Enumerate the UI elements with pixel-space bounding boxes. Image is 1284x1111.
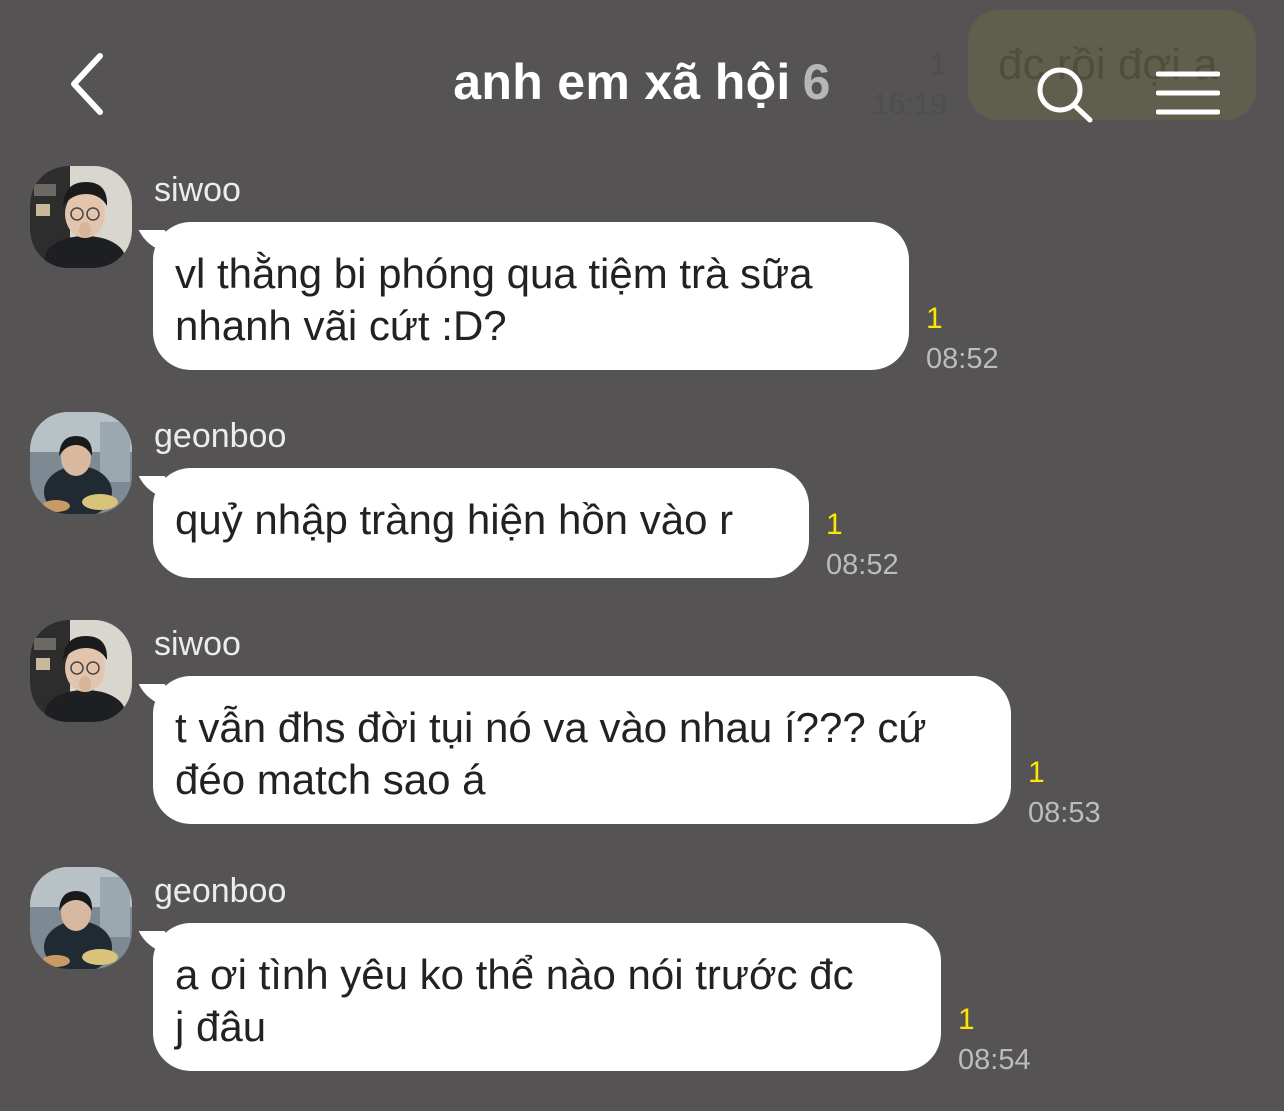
sender-name: siwoo xyxy=(154,171,241,209)
user-photo-icon xyxy=(30,166,132,268)
search-icon xyxy=(1037,67,1093,123)
avatar[interactable] xyxy=(30,620,132,722)
message-text: quỷ nhập tràng hiện hồn vào r xyxy=(175,496,734,543)
message-timestamp: 08:52 xyxy=(826,549,899,581)
unread-count: 1 xyxy=(926,302,943,335)
unread-count: 1 xyxy=(826,508,843,541)
user-photo-icon xyxy=(30,867,132,969)
hamburger-menu-icon xyxy=(1155,71,1221,115)
avatar[interactable] xyxy=(30,867,132,969)
user-photo-icon xyxy=(30,620,132,722)
message-bubble[interactable]: quỷ nhập tràng hiện hồn vào r xyxy=(153,468,809,578)
avatar[interactable] xyxy=(30,412,132,514)
message-timestamp: 08:52 xyxy=(926,343,999,375)
unread-count: 1 xyxy=(958,1003,975,1036)
user-photo-icon xyxy=(30,412,132,514)
sender-name: siwoo xyxy=(154,625,241,663)
chat-header: đc rồi đợi a 1 16:19 anh em xã hội 6 xyxy=(0,0,1284,150)
search-button[interactable] xyxy=(1030,62,1100,128)
sender-name: geonboo xyxy=(154,417,287,455)
message-text: vl thằng bi phóng qua tiệm trà sữa nhanh… xyxy=(175,250,813,349)
avatar[interactable] xyxy=(30,166,132,268)
message-timestamp: 08:53 xyxy=(1028,797,1101,829)
menu-button[interactable] xyxy=(1155,70,1221,118)
message-timestamp: 08:54 xyxy=(958,1044,1031,1076)
message-bubble[interactable]: t vẫn đhs đời tụi nó va vào nhau í??? cứ… xyxy=(153,676,1011,824)
message-bubble[interactable]: a ơi tình yêu ko thể nào nói trước đc j … xyxy=(153,923,941,1071)
chat-room-name: anh em xã hội xyxy=(453,54,791,110)
message-text: t vẫn đhs đời tụi nó va vào nhau í??? cứ… xyxy=(175,704,927,803)
unread-count: 1 xyxy=(1028,756,1045,789)
sender-name: geonboo xyxy=(154,872,287,910)
message-text: a ơi tình yêu ko thể nào nói trước đc j … xyxy=(175,951,854,1050)
member-count: 6 xyxy=(802,54,831,110)
message-bubble[interactable]: vl thằng bi phóng qua tiệm trà sữa nhanh… xyxy=(153,222,909,370)
